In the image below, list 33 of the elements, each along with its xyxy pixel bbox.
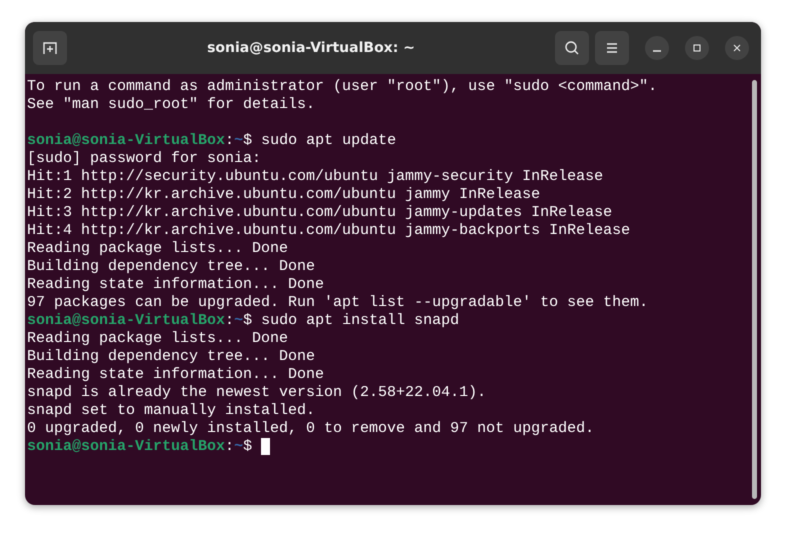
search-icon xyxy=(564,40,580,56)
minimize-icon xyxy=(653,50,661,52)
output-line: Reading package lists... Done xyxy=(27,240,288,258)
output-line: Building dependency tree... Done xyxy=(27,258,316,276)
menu-button[interactable] xyxy=(595,31,629,65)
output-line: Reading state information... Done xyxy=(27,366,324,384)
search-button[interactable] xyxy=(555,31,589,65)
close-icon xyxy=(731,42,743,54)
output-line: To run a command as administrator (user "root"), use "sudo <command>". xyxy=(27,78,658,96)
output-line: Reading package lists... Done xyxy=(27,330,288,348)
output-line: Hit:1 http://security.ubuntu.com/ubuntu jammy-security InRelease xyxy=(27,168,604,186)
output-line: 97 packages can be upgraded. Run 'apt list --upgradable' to see them. xyxy=(27,294,648,312)
output-line: Hit:2 http://kr.archive.ubuntu.com/ubuntu jammy InRelease xyxy=(27,186,540,204)
output-line: snapd is already the newest version (2.58+22.04.1). xyxy=(27,384,486,402)
maximize-icon xyxy=(691,42,703,54)
output-line: Reading state information... Done xyxy=(27,276,324,294)
output-line: 0 upgraded, 0 newly installed, 0 to remove and 97 not upgraded. xyxy=(27,420,594,438)
output-line: [sudo] password for sonia: xyxy=(27,150,262,168)
prompt-line: sonia@sonia-VirtualBox:~$ sudo apt update xyxy=(27,132,396,150)
prompt-line: sonia@sonia-VirtualBox:~$ xyxy=(27,438,254,456)
prompt-line: sonia@sonia-VirtualBox:~$ sudo apt install snapd xyxy=(27,312,460,330)
output-line: See "man sudo_root" for details. xyxy=(27,96,316,114)
new-tab-button[interactable] xyxy=(33,31,67,65)
window-title: sonia@sonia-VirtualBox: ~ xyxy=(206,40,416,56)
output-line: Hit:3 http://kr.archive.ubuntu.com/ubuntu jammy-updates InRelease xyxy=(27,204,612,222)
maximize-button[interactable] xyxy=(685,36,709,60)
minimize-button[interactable] xyxy=(645,36,669,60)
output-line: snapd set to manually installed. xyxy=(27,402,316,420)
scrollbar[interactable] xyxy=(752,80,757,499)
close-button[interactable] xyxy=(725,36,749,60)
output-line: Building dependency tree... Done xyxy=(27,348,316,366)
new-tab-icon xyxy=(42,40,58,56)
output-line: Hit:4 http://kr.archive.ubuntu.com/ubuntu jammy-backports InRelease xyxy=(27,222,630,240)
